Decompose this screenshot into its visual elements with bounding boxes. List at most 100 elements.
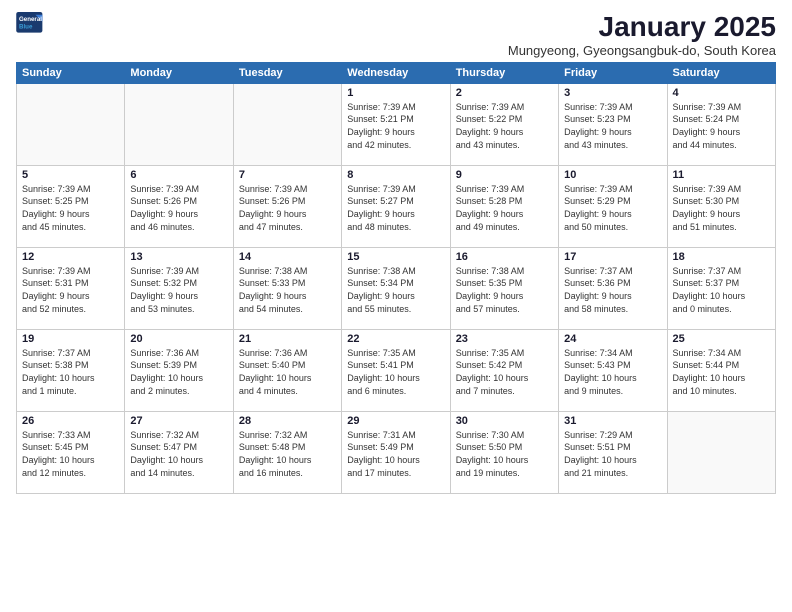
svg-text:Blue: Blue xyxy=(19,24,33,31)
day-number: 18 xyxy=(673,251,770,263)
day-cell: 14 Sunrise: 7:38 AM Sunset: 5:33 PM Dayli… xyxy=(233,247,341,329)
day-cell: 6 Sunrise: 7:39 AM Sunset: 5:26 PM Daylig… xyxy=(125,165,233,247)
day-cell xyxy=(667,411,775,493)
day-info: Sunrise: 7:39 AM Sunset: 5:27 PM Dayligh… xyxy=(347,183,444,233)
day-cell: 7 Sunrise: 7:39 AM Sunset: 5:26 PM Daylig… xyxy=(233,165,341,247)
week-row-4: 26Sunrise: 7:33 AM Sunset: 5:45 PM Dayli… xyxy=(17,411,776,493)
day-cell: 30Sunrise: 7:30 AM Sunset: 5:50 PM Dayli… xyxy=(450,411,558,493)
day-number: 6 xyxy=(130,169,227,181)
day-number: 14 xyxy=(239,251,336,263)
day-info: Sunrise: 7:30 AM Sunset: 5:50 PM Dayligh… xyxy=(456,429,553,479)
calendar-table: Sunday Monday Tuesday Wednesday Thursday… xyxy=(16,62,776,494)
day-number: 4 xyxy=(673,87,770,99)
day-cell: 11 Sunrise: 7:39 AM Sunset: 5:30 PM Dayli… xyxy=(667,165,775,247)
day-info: Sunrise: 7:33 AM Sunset: 5:45 PM Dayligh… xyxy=(22,429,119,479)
day-cell: 25 Sunrise: 7:34 AM Sunset: 5:44 PM Dayli… xyxy=(667,329,775,411)
day-cell: 4 Sunrise: 7:39 AM Sunset: 5:24 PM Daylig… xyxy=(667,83,775,165)
title-section: January 2025 Mungyeong, Gyeongsangbuk-do… xyxy=(508,12,776,58)
day-cell: 23 Sunrise: 7:35 AM Sunset: 5:42 PM Dayli… xyxy=(450,329,558,411)
week-row-0: 1Sunrise: 7:39 AM Sunset: 5:21 PM Daylig… xyxy=(17,83,776,165)
day-info: Sunrise: 7:34 AM Sunset: 5:44 PM Dayligh… xyxy=(673,347,770,397)
day-info: Sunrise: 7:39 AM Sunset: 5:25 PM Dayligh… xyxy=(22,183,119,233)
day-cell: 20Sunrise: 7:36 AM Sunset: 5:39 PM Dayli… xyxy=(125,329,233,411)
day-info: Sunrise: 7:35 AM Sunset: 5:42 PM Dayligh… xyxy=(456,347,553,397)
svg-text:General: General xyxy=(19,16,42,23)
day-info: Sunrise: 7:38 AM Sunset: 5:33 PM Dayligh… xyxy=(239,265,336,315)
day-cell: 28Sunrise: 7:32 AM Sunset: 5:48 PM Dayli… xyxy=(233,411,341,493)
day-info: Sunrise: 7:39 AM Sunset: 5:26 PM Dayligh… xyxy=(239,183,336,233)
day-cell: 31 Sunrise: 7:29 AM Sunset: 5:51 PM Dayli… xyxy=(559,411,667,493)
logo-icon: General Blue xyxy=(16,12,44,34)
day-number: 28 xyxy=(239,415,336,427)
day-cell: 24Sunrise: 7:34 AM Sunset: 5:43 PM Dayli… xyxy=(559,329,667,411)
day-number: 16 xyxy=(456,251,553,263)
weekday-header-row: Sunday Monday Tuesday Wednesday Thursday… xyxy=(17,62,776,83)
day-cell: 12 Sunrise: 7:39 AM Sunset: 5:31 PM Dayli… xyxy=(17,247,125,329)
day-info: Sunrise: 7:39 AM Sunset: 5:26 PM Dayligh… xyxy=(130,183,227,233)
header-tuesday: Tuesday xyxy=(233,62,341,83)
day-number: 12 xyxy=(22,251,119,263)
logo: General Blue xyxy=(16,12,44,34)
day-info: Sunrise: 7:32 AM Sunset: 5:47 PM Dayligh… xyxy=(130,429,227,479)
day-number: 15 xyxy=(347,251,444,263)
day-number: 19 xyxy=(22,333,119,345)
location-subtitle: Mungyeong, Gyeongsangbuk-do, South Korea xyxy=(508,43,776,58)
day-number: 29 xyxy=(347,415,444,427)
day-number: 25 xyxy=(673,333,770,345)
week-row-1: 5Sunrise: 7:39 AM Sunset: 5:25 PM Daylig… xyxy=(17,165,776,247)
day-number: 27 xyxy=(130,415,227,427)
day-cell: 22 Sunrise: 7:35 AM Sunset: 5:41 PM Dayli… xyxy=(342,329,450,411)
header-saturday: Saturday xyxy=(667,62,775,83)
day-cell: 3 Sunrise: 7:39 AM Sunset: 5:23 PM Daylig… xyxy=(559,83,667,165)
day-cell: 1Sunrise: 7:39 AM Sunset: 5:21 PM Daylig… xyxy=(342,83,450,165)
day-info: Sunrise: 7:35 AM Sunset: 5:41 PM Dayligh… xyxy=(347,347,444,397)
day-cell: 26Sunrise: 7:33 AM Sunset: 5:45 PM Dayli… xyxy=(17,411,125,493)
day-info: Sunrise: 7:39 AM Sunset: 5:24 PM Dayligh… xyxy=(673,101,770,151)
day-cell: 27 Sunrise: 7:32 AM Sunset: 5:47 PM Dayli… xyxy=(125,411,233,493)
day-number: 3 xyxy=(564,87,661,99)
day-number: 11 xyxy=(673,169,770,181)
day-cell: 13 Sunrise: 7:39 AM Sunset: 5:32 PM Dayli… xyxy=(125,247,233,329)
day-number: 2 xyxy=(456,87,553,99)
day-info: Sunrise: 7:39 AM Sunset: 5:30 PM Dayligh… xyxy=(673,183,770,233)
day-info: Sunrise: 7:37 AM Sunset: 5:38 PM Dayligh… xyxy=(22,347,119,397)
day-cell xyxy=(125,83,233,165)
day-cell: 16 Sunrise: 7:38 AM Sunset: 5:35 PM Dayli… xyxy=(450,247,558,329)
day-cell: 10Sunrise: 7:39 AM Sunset: 5:29 PM Dayli… xyxy=(559,165,667,247)
day-info: Sunrise: 7:37 AM Sunset: 5:36 PM Dayligh… xyxy=(564,265,661,315)
day-cell: 21 Sunrise: 7:36 AM Sunset: 5:40 PM Dayli… xyxy=(233,329,341,411)
day-cell: 2Sunrise: 7:39 AM Sunset: 5:22 PM Daylig… xyxy=(450,83,558,165)
day-cell: 8Sunrise: 7:39 AM Sunset: 5:27 PM Daylig… xyxy=(342,165,450,247)
day-cell: 15 Sunrise: 7:38 AM Sunset: 5:34 PM Dayli… xyxy=(342,247,450,329)
day-cell: 9Sunrise: 7:39 AM Sunset: 5:28 PM Daylig… xyxy=(450,165,558,247)
day-info: Sunrise: 7:39 AM Sunset: 5:32 PM Dayligh… xyxy=(130,265,227,315)
day-number: 31 xyxy=(564,415,661,427)
day-info: Sunrise: 7:39 AM Sunset: 5:31 PM Dayligh… xyxy=(22,265,119,315)
month-title: January 2025 xyxy=(508,12,776,43)
header-thursday: Thursday xyxy=(450,62,558,83)
day-cell: 19 Sunrise: 7:37 AM Sunset: 5:38 PM Dayli… xyxy=(17,329,125,411)
day-number: 17 xyxy=(564,251,661,263)
header: General Blue January 2025 Mungyeong, Gye… xyxy=(16,12,776,58)
day-number: 20 xyxy=(130,333,227,345)
day-info: Sunrise: 7:38 AM Sunset: 5:35 PM Dayligh… xyxy=(456,265,553,315)
day-info: Sunrise: 7:29 AM Sunset: 5:51 PM Dayligh… xyxy=(564,429,661,479)
day-info: Sunrise: 7:38 AM Sunset: 5:34 PM Dayligh… xyxy=(347,265,444,315)
calendar-page: General Blue January 2025 Mungyeong, Gye… xyxy=(0,0,792,612)
day-info: Sunrise: 7:36 AM Sunset: 5:40 PM Dayligh… xyxy=(239,347,336,397)
day-number: 21 xyxy=(239,333,336,345)
day-cell: 18Sunrise: 7:37 AM Sunset: 5:37 PM Dayli… xyxy=(667,247,775,329)
day-info: Sunrise: 7:39 AM Sunset: 5:23 PM Dayligh… xyxy=(564,101,661,151)
day-number: 13 xyxy=(130,251,227,263)
day-cell: 17 Sunrise: 7:37 AM Sunset: 5:36 PM Dayli… xyxy=(559,247,667,329)
day-info: Sunrise: 7:31 AM Sunset: 5:49 PM Dayligh… xyxy=(347,429,444,479)
header-sunday: Sunday xyxy=(17,62,125,83)
day-number: 23 xyxy=(456,333,553,345)
day-number: 22 xyxy=(347,333,444,345)
header-wednesday: Wednesday xyxy=(342,62,450,83)
day-cell: 29 Sunrise: 7:31 AM Sunset: 5:49 PM Dayli… xyxy=(342,411,450,493)
day-info: Sunrise: 7:34 AM Sunset: 5:43 PM Dayligh… xyxy=(564,347,661,397)
day-cell: 5Sunrise: 7:39 AM Sunset: 5:25 PM Daylig… xyxy=(17,165,125,247)
day-info: Sunrise: 7:39 AM Sunset: 5:21 PM Dayligh… xyxy=(347,101,444,151)
day-number: 7 xyxy=(239,169,336,181)
